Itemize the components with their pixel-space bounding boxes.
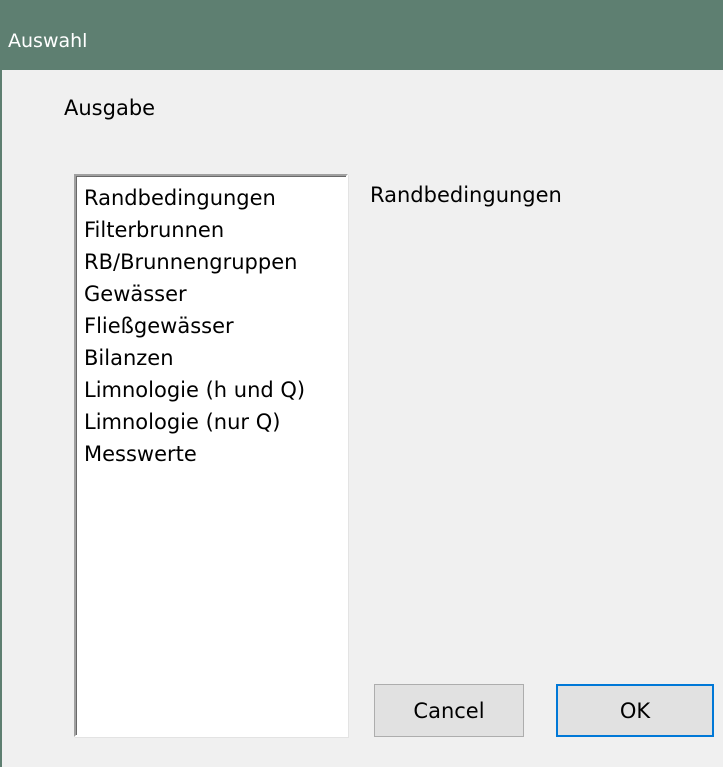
auswahl-dialog: Auswahl Ausgabe Randbedingungen Filterbr… (0, 0, 723, 767)
output-listbox[interactable]: Randbedingungen Filterbrunnen RB/Brunnen… (74, 174, 348, 737)
window-title: Auswahl (8, 30, 88, 52)
list-item-limnologie-nur-q[interactable]: Limnologie (nur Q) (84, 409, 280, 435)
selected-item-label: Randbedingungen (370, 183, 562, 207)
list-item-randbedingungen[interactable]: Randbedingungen (84, 185, 276, 211)
list-item-rb-brunnengruppen[interactable]: RB/Brunnengruppen (84, 249, 297, 275)
list-item-bilanzen[interactable]: Bilanzen (84, 345, 174, 371)
list-item-messwerte[interactable]: Messwerte (84, 441, 197, 467)
list-item-limnologie-h-und-q[interactable]: Limnologie (h und Q) (84, 377, 305, 403)
window-border (0, 70, 2, 767)
title-bar[interactable]: Auswahl (0, 0, 723, 70)
cancel-button-label: Cancel (413, 698, 485, 723)
list-item-filterbrunnen[interactable]: Filterbrunnen (84, 217, 224, 243)
ok-button-focus-frame (560, 688, 710, 733)
ok-button[interactable]: OK (556, 684, 714, 737)
output-group-label: Ausgabe (64, 96, 156, 120)
list-item-gewaesser[interactable]: Gewässer (84, 281, 187, 307)
cancel-button[interactable]: Cancel (374, 684, 524, 737)
list-item-fliessgewaesser[interactable]: Fließgewässer (84, 313, 234, 339)
